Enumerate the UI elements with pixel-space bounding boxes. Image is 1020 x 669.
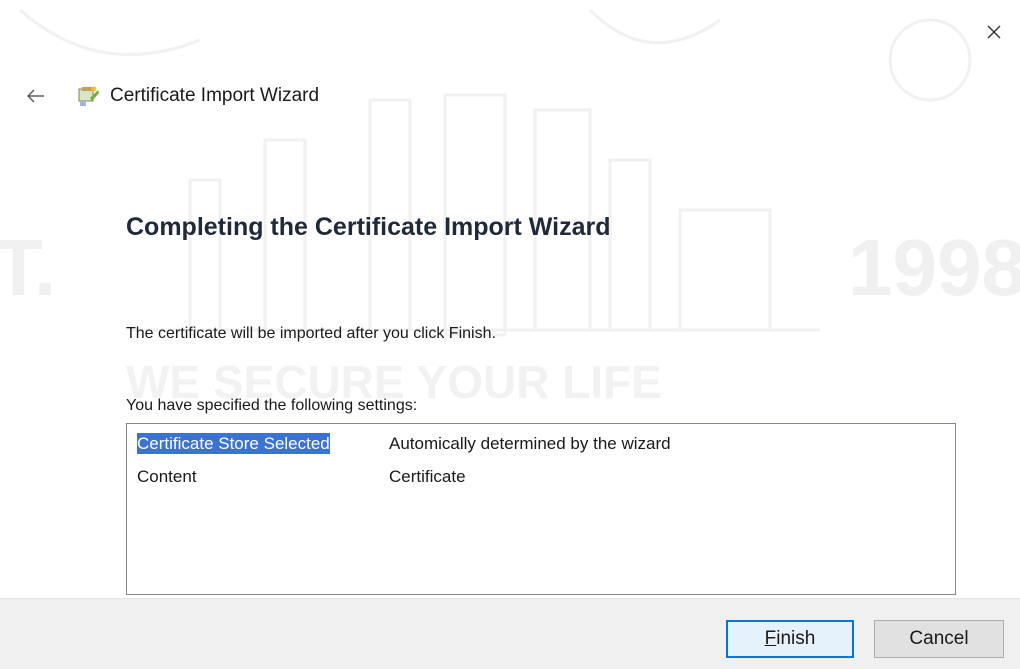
- button-bar: Finish Cancel: [0, 598, 1020, 669]
- back-button[interactable]: [24, 84, 48, 108]
- settings-row[interactable]: Certificate Store Selected Automically d…: [137, 432, 671, 456]
- finish-button-label: Finish: [764, 628, 816, 649]
- svg-text:T.: T.: [0, 223, 56, 312]
- wizard-header: Certificate Import Wizard: [24, 78, 319, 114]
- settings-list[interactable]: Certificate Store Selected Automically d…: [126, 423, 956, 595]
- close-icon: [987, 25, 1001, 39]
- settings-label: You have specified the following setting…: [126, 397, 418, 414]
- window-title: Certificate Import Wizard: [110, 85, 320, 106]
- close-button[interactable]: [980, 18, 1008, 46]
- certificate-wizard-icon: [78, 86, 99, 106]
- settings-key: Certificate Store Selected: [137, 433, 330, 454]
- svg-text:1998: 1998: [848, 223, 1020, 312]
- page-description: The certificate will be imported after y…: [126, 325, 496, 342]
- settings-value: Certificate: [389, 467, 466, 486]
- settings-value: Automically determined by the wizard: [389, 434, 671, 453]
- certificate-import-wizard-window: 1998 T. WE SECURE YOUR LIFE Certificate …: [0, 0, 1020, 669]
- page-heading: Completing the Certificate Import Wizard: [126, 213, 611, 241]
- settings-row[interactable]: Content Certificate: [137, 465, 466, 489]
- back-arrow-icon: [27, 89, 44, 103]
- settings-key: Content: [137, 467, 197, 486]
- cancel-button[interactable]: Cancel: [874, 620, 1004, 658]
- finish-button[interactable]: Finish: [726, 620, 854, 658]
